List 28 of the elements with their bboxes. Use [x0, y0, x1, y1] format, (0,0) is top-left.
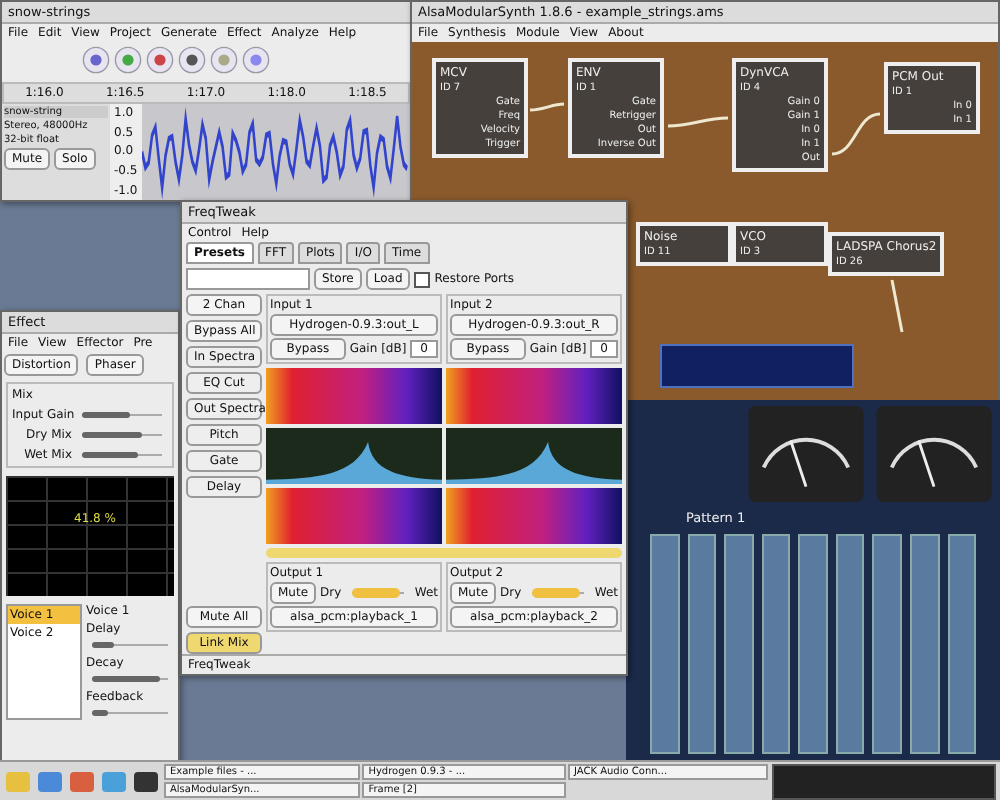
- slider-thumb[interactable]: [351, 588, 400, 598]
- patch-cable[interactable]: [529, 102, 565, 112]
- vu-meter-icon: [746, 406, 866, 502]
- slider-thumb[interactable]: [82, 452, 138, 458]
- channel-strip[interactable]: [947, 534, 977, 754]
- channel-strip[interactable]: [687, 534, 717, 754]
- checkbox[interactable]: [414, 271, 431, 287]
- channel-strip[interactable]: [909, 534, 939, 754]
- slider-thumb[interactable]: [92, 676, 161, 682]
- slider-thumb[interactable]: [82, 432, 142, 438]
- patch-cable[interactable]: [890, 279, 904, 333]
- workspace-pager[interactable]: [772, 763, 996, 799]
- slider-thumb[interactable]: [82, 412, 130, 418]
- preset-field[interactable]: [186, 268, 310, 290]
- patch-cable[interactable]: [667, 116, 729, 128]
- channel-strip[interactable]: [761, 534, 791, 754]
- patch-cable[interactable]: [831, 112, 881, 156]
- slider-thumb[interactable]: [92, 710, 108, 716]
- transport-button-icon[interactable]: [146, 46, 174, 74]
- transport-button-icon[interactable]: [178, 46, 206, 74]
- slider-thumb[interactable]: [531, 588, 580, 598]
- vu-meter-icon: [874, 406, 994, 502]
- transport-button-icon[interactable]: [242, 46, 270, 74]
- scrollbar[interactable]: [266, 548, 622, 558]
- transport-button-icon[interactable]: [82, 46, 110, 74]
- launcher-icon[interactable]: [132, 767, 160, 795]
- slider-thumb[interactable]: [92, 642, 115, 648]
- channel-strip[interactable]: [835, 534, 865, 754]
